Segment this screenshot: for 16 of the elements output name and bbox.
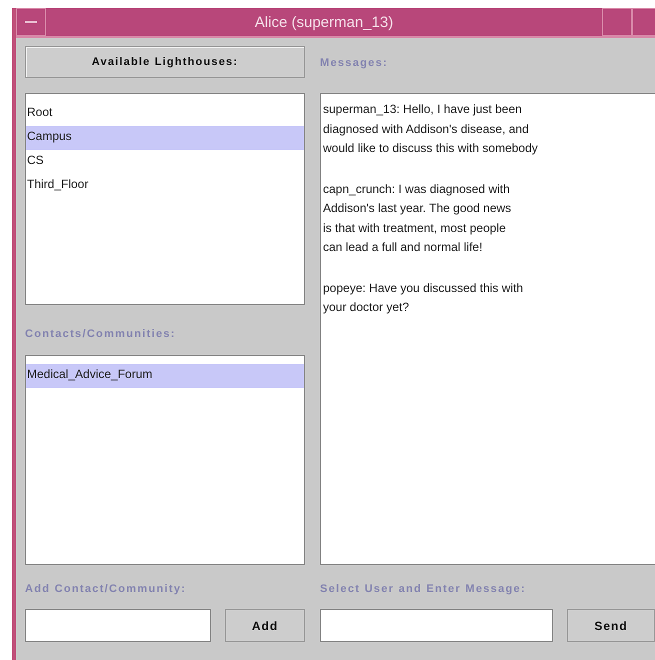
list-item[interactable]: CS bbox=[26, 150, 304, 174]
messages-label: Messages: bbox=[320, 57, 388, 69]
list-item[interactable]: Campus bbox=[26, 126, 304, 150]
message-text: popeye: Have you discussed this with your doctor yet? bbox=[323, 280, 524, 316]
message-text: capn_crunch: I was diagnosed with Addison's last year. The good news is that with treatment, most people can lead a full and normal life! bbox=[323, 180, 512, 256]
send-label: Select User and Enter Message: bbox=[320, 583, 527, 595]
available-lighthouses-button[interactable]: Available Lighthouses: bbox=[25, 46, 305, 78]
send-button[interactable]: Send bbox=[567, 609, 655, 642]
add-button[interactable]: Add bbox=[225, 609, 305, 642]
list-item[interactable]: Third_Floor bbox=[26, 174, 304, 198]
add-contact-label: Add Contact/Community: bbox=[25, 583, 188, 595]
list-item[interactable]: Medical_Advice_Forum bbox=[26, 364, 304, 388]
contacts-label: Contacts/Communities: bbox=[25, 328, 176, 340]
message-text: superman_13: Hello, I have just been diagnosed with Addison's disease, and would like to discuss this with somebody bbox=[323, 101, 539, 157]
list-item[interactable]: Root bbox=[26, 102, 304, 126]
window-title: Alice (superman_13) bbox=[254, 14, 394, 30]
